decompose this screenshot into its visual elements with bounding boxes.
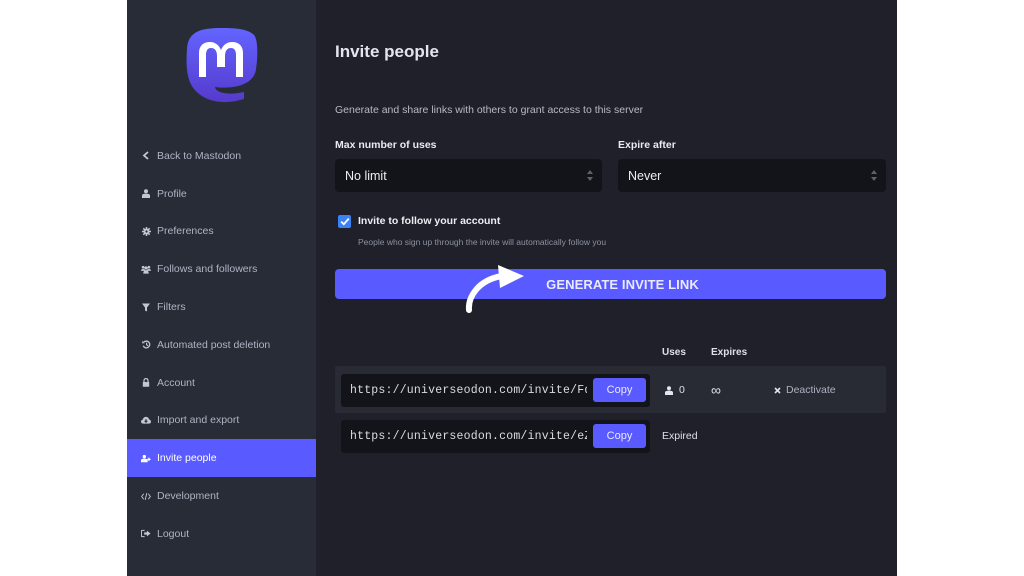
generate-invite-link-label: GENERATE INVITE LINK <box>546 276 699 292</box>
history-icon <box>141 340 151 350</box>
generate-invite-link-button[interactable]: GENERATE INVITE LINK <box>335 269 886 299</box>
sidebar-item-label: Back to Mastodon <box>157 149 242 162</box>
sidebar-item-filters[interactable]: Filters <box>127 288 316 326</box>
autofollow-hint: People who sign up through the invite wi… <box>358 237 607 247</box>
deactivate-label: Deactivate <box>786 384 836 396</box>
lock-icon <box>141 378 151 388</box>
select-arrows-icon <box>871 170 877 181</box>
copy-button[interactable]: Copy <box>593 378 646 402</box>
sidebar-item-label: Follows and followers <box>157 263 258 276</box>
expires-value: ∞ <box>711 382 721 398</box>
max-uses-select[interactable]: No limit <box>335 159 602 192</box>
user-icon <box>665 385 673 395</box>
invite-link-url[interactable]: https://universeodon.com/invite/eZL <box>350 430 587 443</box>
page-title: Invite people <box>335 42 439 61</box>
sidebar-item-label: Automated post deletion <box>157 338 271 351</box>
chevron-left-icon <box>141 151 151 161</box>
expire-after-value: Never <box>628 168 662 183</box>
expires-column-header: Expires <box>711 347 748 358</box>
filter-icon <box>141 302 151 312</box>
sidebar: Back to Mastodon Profile Preferences Fol… <box>127 0 316 576</box>
sidebar-item-label: Filters <box>157 301 186 314</box>
sidebar-item-label: Development <box>157 490 219 503</box>
app-window: Back to Mastodon Profile Preferences Fol… <box>127 0 897 576</box>
code-icon <box>141 491 151 501</box>
sidebar-item-profile[interactable]: Profile <box>127 175 316 213</box>
select-arrows-icon <box>587 170 593 181</box>
close-icon <box>774 386 781 394</box>
sidebar-item-label: Account <box>157 376 195 389</box>
sidebar-item-label: Logout <box>157 527 190 540</box>
sidebar-item-follows-and-followers[interactable]: Follows and followers <box>127 250 316 288</box>
sidebar-item-import-and-export[interactable]: Import and export <box>127 402 316 440</box>
deactivate-button[interactable]: Deactivate <box>774 384 836 396</box>
expire-after-select[interactable]: Never <box>618 159 886 192</box>
invite-link-field[interactable]: https://universeodon.com/invite/FdL Copy <box>341 374 650 407</box>
user-plus-icon <box>141 453 151 463</box>
uses-column-header: Uses <box>662 347 686 358</box>
sidebar-item-logout[interactable]: Logout <box>127 515 316 553</box>
sidebar-item-invite-people[interactable]: Invite people <box>127 439 316 478</box>
invite-link-field[interactable]: https://universeodon.com/invite/eZL Copy <box>341 420 650 453</box>
sidebar-item-label: Invite people <box>157 452 217 465</box>
max-uses-value: No limit <box>345 168 387 183</box>
main-content: Invite people Generate and share links w… <box>316 0 897 576</box>
sidebar-item-back-to-mastodon[interactable]: Back to Mastodon <box>127 137 316 175</box>
sidebar-item-label: Profile <box>157 187 187 200</box>
checkmark-icon <box>340 218 349 226</box>
cloud-icon <box>141 415 151 425</box>
mastodon-logo-icon[interactable] <box>184 27 259 107</box>
expire-after-label: Expire after <box>618 139 676 151</box>
settings-nav: Back to Mastodon Profile Preferences Fol… <box>127 137 316 553</box>
uses-value: 0 <box>679 384 685 396</box>
autofollow-label[interactable]: Invite to follow your account <box>358 215 500 227</box>
user-icon <box>141 189 151 199</box>
max-uses-label: Max number of uses <box>335 139 437 151</box>
uses-count: 0 <box>665 384 685 396</box>
sidebar-item-label: Preferences <box>157 225 214 238</box>
sidebar-item-development[interactable]: Development <box>127 477 316 515</box>
expired-status: Expired <box>662 430 698 442</box>
invite-link-url[interactable]: https://universeodon.com/invite/FdL <box>350 384 587 397</box>
page-description: Generate and share links with others to … <box>335 104 644 116</box>
copy-button[interactable]: Copy <box>593 424 646 448</box>
users-icon <box>141 264 151 274</box>
sidebar-item-automated-post-deletion[interactable]: Automated post deletion <box>127 326 316 364</box>
sidebar-item-account[interactable]: Account <box>127 364 316 402</box>
gear-icon <box>141 226 151 236</box>
sign-out-icon <box>141 529 151 539</box>
sidebar-item-label: Import and export <box>157 414 240 427</box>
autofollow-checkbox[interactable] <box>338 215 351 228</box>
sidebar-item-preferences[interactable]: Preferences <box>127 213 316 251</box>
